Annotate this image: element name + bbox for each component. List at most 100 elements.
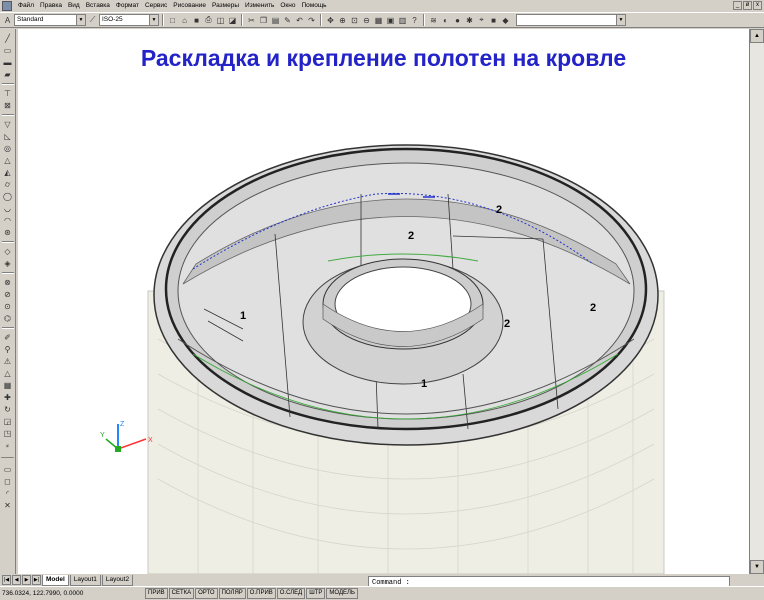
- revolve-icon[interactable]: ◈: [2, 258, 14, 269]
- tool-palettes-icon[interactable]: ▥: [397, 15, 408, 26]
- fillet-icon[interactable]: ◜: [2, 488, 14, 499]
- cone-icon[interactable]: △: [2, 155, 14, 166]
- vertical-scrollbar[interactable]: ▲ ▼: [749, 29, 764, 574]
- zoom-previous-icon[interactable]: ⊖: [361, 15, 372, 26]
- pan-icon[interactable]: ✥: [325, 15, 336, 26]
- cylinder-icon[interactable]: ⌭: [2, 179, 14, 190]
- tab-model[interactable]: Model: [42, 574, 69, 586]
- first-tab-button[interactable]: |◀: [2, 575, 11, 585]
- line-icon[interactable]: ╱: [2, 33, 14, 44]
- scroll-up-button[interactable]: ▲: [750, 29, 764, 43]
- erase-icon[interactable]: ✐: [2, 332, 14, 343]
- dish-icon[interactable]: ◡: [2, 203, 14, 214]
- zoom-window-icon[interactable]: ⊡: [349, 15, 360, 26]
- dome-icon[interactable]: ◠: [2, 215, 14, 226]
- next-tab-button[interactable]: ▶: [22, 575, 31, 585]
- polygon-icon[interactable]: ▰: [2, 69, 14, 80]
- tab-layout2[interactable]: Layout2: [101, 574, 134, 586]
- explode-icon[interactable]: ✕: [2, 500, 14, 511]
- properties-icon[interactable]: ▦: [373, 15, 384, 26]
- dimension-icon[interactable]: ⊤: [2, 88, 14, 99]
- match-properties-icon[interactable]: ✎: [282, 15, 293, 26]
- dim-style-icon[interactable]: ⟋: [87, 15, 98, 26]
- construction-line-icon[interactable]: ▭: [2, 45, 14, 56]
- scale-icon[interactable]: ◲: [2, 416, 14, 427]
- print-icon[interactable]: ⎙: [203, 15, 214, 26]
- restore-button[interactable]: ø: [743, 1, 752, 10]
- layer-color-icon[interactable]: ■: [488, 15, 499, 26]
- model-toggle[interactable]: МОДЕЛЬ: [326, 588, 358, 599]
- menu-window[interactable]: Окно: [277, 0, 298, 12]
- polyline-icon[interactable]: ▬: [2, 57, 14, 68]
- trim-icon[interactable]: ⸗: [2, 440, 14, 451]
- scroll-down-button[interactable]: ▼: [750, 560, 764, 574]
- text-style-select[interactable]: Standard ▼: [14, 14, 86, 26]
- save-icon[interactable]: ■: [191, 15, 202, 26]
- offset-icon[interactable]: △: [2, 368, 14, 379]
- mesh-icon[interactable]: ⊛: [2, 227, 14, 238]
- sphere-icon[interactable]: ◎: [2, 143, 14, 154]
- menu-file[interactable]: Файл: [15, 0, 37, 12]
- grid-toggle[interactable]: СЕТКА: [168, 588, 195, 599]
- undo-icon[interactable]: ↶: [294, 15, 305, 26]
- copy-object-icon[interactable]: ⚲: [2, 344, 14, 355]
- paste-icon[interactable]: ▤: [270, 15, 281, 26]
- osnap-toggle[interactable]: О.ПРИВ: [246, 588, 276, 599]
- help-icon[interactable]: ?: [409, 15, 420, 26]
- array-icon[interactable]: ▦: [2, 380, 14, 391]
- open-file-icon[interactable]: ⌂: [179, 15, 190, 26]
- rotate-icon[interactable]: ↻: [2, 404, 14, 415]
- snap-toggle[interactable]: ПРИВ: [145, 588, 168, 599]
- extend-icon[interactable]: ⸺: [1, 452, 14, 463]
- union-icon[interactable]: ⊗: [2, 277, 14, 288]
- polar-toggle[interactable]: ПОЛЯР: [218, 588, 246, 599]
- menu-draw[interactable]: Рисование: [170, 0, 209, 12]
- break-icon[interactable]: ▭: [2, 464, 14, 475]
- layer-previous-icon[interactable]: ◆: [500, 15, 511, 26]
- pyramid-icon[interactable]: ◭: [2, 167, 14, 178]
- dimension-aligned-icon[interactable]: ⊠: [2, 100, 14, 111]
- mirror-icon[interactable]: ⚠: [2, 356, 14, 367]
- close-button[interactable]: x: [753, 1, 762, 10]
- menu-insert[interactable]: Вставка: [83, 0, 113, 12]
- layer-state-icon[interactable]: ◐: [440, 15, 451, 26]
- app-icon[interactable]: [2, 1, 12, 11]
- tab-layout1[interactable]: Layout1: [69, 574, 101, 586]
- layer-lock-icon[interactable]: ⌖: [476, 15, 487, 26]
- chamfer-icon[interactable]: ◻: [2, 476, 14, 487]
- menu-tools[interactable]: Сервис: [142, 0, 170, 12]
- dim-style-select[interactable]: ISO-25 ▼: [99, 14, 159, 26]
- text-style-icon[interactable]: A: [2, 15, 13, 26]
- otrack-toggle[interactable]: О.СЛЕД: [276, 588, 306, 599]
- design-center-icon[interactable]: ▣: [385, 15, 396, 26]
- box-icon[interactable]: ▽: [2, 119, 14, 130]
- lineweight-toggle[interactable]: ШТР: [306, 588, 326, 599]
- menu-modify[interactable]: Изменить: [242, 0, 277, 12]
- wedge-icon[interactable]: ◺: [2, 131, 14, 142]
- torus-icon[interactable]: ◯: [2, 191, 14, 202]
- minimize-button[interactable]: _: [733, 1, 742, 10]
- menu-dimension[interactable]: Размеры: [209, 0, 242, 12]
- ortho-toggle[interactable]: ОРТО: [195, 588, 218, 599]
- stretch-icon[interactable]: ◳: [2, 428, 14, 439]
- redo-icon[interactable]: ↷: [306, 15, 317, 26]
- cut-icon[interactable]: ✂: [246, 15, 257, 26]
- publish-icon[interactable]: ◪: [227, 15, 238, 26]
- slice-icon[interactable]: ⌬: [2, 313, 14, 324]
- new-file-icon[interactable]: □: [167, 15, 178, 26]
- last-tab-button[interactable]: ▶|: [32, 575, 41, 585]
- layer-select[interactable]: ▼: [516, 14, 626, 26]
- layer-on-icon[interactable]: ●: [452, 15, 463, 26]
- menu-edit[interactable]: Правка: [37, 0, 65, 12]
- menu-help[interactable]: Помощь: [298, 0, 329, 12]
- intersect-icon[interactable]: ⊙: [2, 301, 14, 312]
- menu-view[interactable]: Вид: [65, 0, 83, 12]
- move-icon[interactable]: ✚: [2, 392, 14, 403]
- extrude-icon[interactable]: ◇: [2, 246, 14, 257]
- menu-format[interactable]: Формат: [113, 0, 142, 12]
- drawing-canvas[interactable]: Раскладка и крепление полотен на кровле: [18, 29, 749, 574]
- layer-freeze-icon[interactable]: ✱: [464, 15, 475, 26]
- zoom-realtime-icon[interactable]: ⊕: [337, 15, 348, 26]
- layer-manager-icon[interactable]: ≋: [428, 15, 439, 26]
- copy-icon[interactable]: ❐: [258, 15, 269, 26]
